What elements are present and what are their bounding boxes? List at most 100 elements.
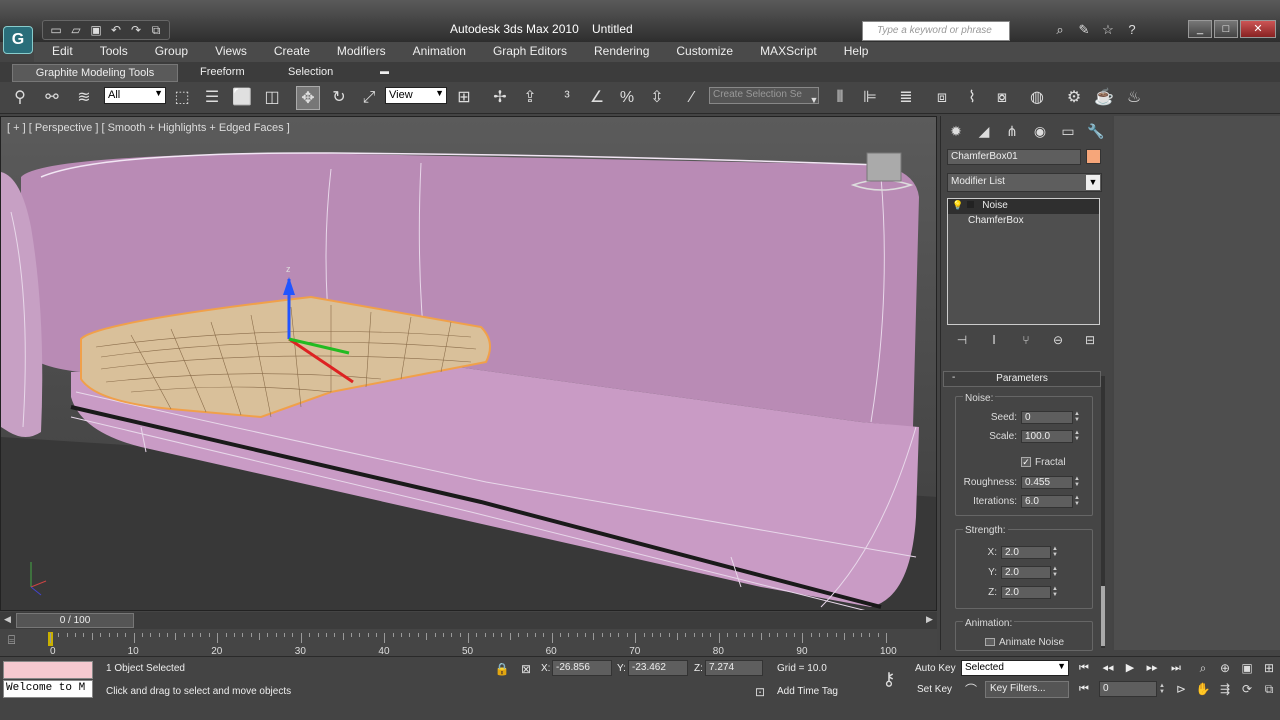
play-icon[interactable]: ▶ [1120,660,1140,676]
menu-animation[interactable]: Animation [395,42,475,62]
animate-noise-checkbox[interactable] [985,638,995,646]
stack-item-chamferbox[interactable]: ChamferBox [948,214,1099,229]
track-bar[interactable]: ⌸ 0 10 20 30 40 50 60 70 80 90 100 [0,629,937,657]
key-filters-button[interactable]: Key Filters... [985,681,1069,698]
fractal-label[interactable]: Fractal [1035,457,1066,468]
seed-input[interactable]: 0 [1021,411,1073,424]
roughness-input[interactable]: 0.455 [1021,476,1073,489]
menu-group[interactable]: Group [137,42,197,62]
chevron-down-icon[interactable]: ▼ [808,88,820,112]
next-frame-icon[interactable]: ▶ [926,614,933,625]
render-production-icon[interactable]: ♨ [1122,86,1146,110]
key-mode-toggle-icon[interactable]: ⏮ [1074,681,1094,697]
animate-noise-label[interactable]: Animate Noise [999,637,1064,646]
bind-space-warp-icon[interactable]: ≋ [72,86,96,110]
strength-y-input[interactable]: 2.0 [1001,566,1051,579]
material-editor-icon[interactable]: ◍ [1025,86,1049,110]
pivot-center-icon[interactable]: ⊞ [452,86,476,110]
menu-rendering[interactable]: Rendering [576,42,658,62]
roughness-spinner-arrows[interactable]: ▲ ▼ [1073,476,1081,489]
rectangular-selection-icon[interactable]: ⬜ [230,86,254,110]
previous-key-icon[interactable]: ◂◂ [1098,660,1118,676]
auto-key-button[interactable]: Auto Key [915,663,956,674]
set-key-button[interactable]: Set Key [917,684,952,695]
select-and-move-icon[interactable]: ✥ [296,86,320,110]
strength-x-input[interactable]: 2.0 [1001,546,1051,559]
subscription-icon[interactable]: ☆ [1098,20,1118,40]
object-color-swatch[interactable] [1086,149,1101,164]
strength-y-spinner-arrows[interactable]: ▲ ▼ [1051,566,1059,579]
zoom-all-icon[interactable]: ⊕ [1217,660,1233,676]
menu-tools[interactable]: Tools [82,42,137,62]
undo-icon[interactable]: ↶ [107,21,125,39]
fractal-checkbox[interactable]: ✓ [1021,457,1031,467]
align-icon[interactable]: ⊫ [858,86,882,110]
angle-snap-icon[interactable]: ∠ [585,86,609,110]
maximize-viewport-icon[interactable]: ⧉ [1261,681,1277,697]
key-mode-dropdown[interactable]: Selected ▼ [961,660,1069,676]
unlink-icon[interactable]: ⚯ [40,86,64,110]
stack-item-noise[interactable]: 💡 Noise [948,199,1099,214]
ribbon-options-icon[interactable]: ▬ [372,64,397,82]
manipulate-icon[interactable]: ✢ [488,86,512,110]
search-input[interactable]: Type a keyword or phrase [862,21,1010,41]
tools-icon[interactable]: ✎ [1074,20,1094,40]
orbit-icon[interactable]: ⟳ [1239,681,1255,697]
show-end-result-icon[interactable]: Ⅰ [983,331,1005,349]
set-key-tangent-icon[interactable]: ⌒ [963,682,979,698]
maxscript-listener-output[interactable] [3,661,93,679]
select-and-scale-icon[interactable]: ⤢ [357,86,381,110]
go-to-end-icon[interactable]: ⏭ [1166,660,1186,676]
spinner-snap-icon[interactable]: ⇳ [645,86,669,110]
zoom-extents-icon[interactable]: ▣ [1239,660,1255,676]
strength-z-input[interactable]: 2.0 [1001,586,1051,599]
select-by-name-icon[interactable]: ☰ [200,86,224,110]
absolute-mode-icon[interactable]: ⊠ [518,661,534,677]
project-folder-icon[interactable]: ⧉ [147,21,165,39]
named-selection-set-input[interactable]: Create Selection Se [709,87,819,104]
redo-icon[interactable]: ↷ [127,21,145,39]
utilities-tab-icon[interactable]: 🔧 [1085,120,1107,142]
strength-x-spinner-arrows[interactable]: ▲ ▼ [1051,546,1059,559]
iterations-spinner-arrows[interactable]: ▲ ▼ [1073,495,1081,508]
command-panel-scroll-thumb[interactable] [1101,586,1105,646]
tab-graphite-modeling-tools[interactable]: Graphite Modeling Tools [12,64,178,82]
edit-named-selection-icon[interactable]: ⁄ [680,86,704,110]
previous-frame-icon[interactable]: ◀ [4,614,11,625]
maxscript-listener-input[interactable]: Welcome to M [3,680,93,698]
mirror-icon[interactable]: ⫴ [828,86,852,110]
graphite-toggle-icon[interactable]: ⧈ [930,86,954,110]
menu-help[interactable]: Help [826,42,878,62]
add-time-tag[interactable]: Add Time Tag [777,686,838,697]
walk-through-icon[interactable]: ⇶ [1217,681,1233,697]
rendered-frame-window-icon[interactable]: ☕ [1092,86,1116,110]
z-coord-input[interactable]: 7.274 [705,660,763,676]
parameters-rollout-header[interactable]: - Parameters [943,371,1101,387]
menu-views[interactable]: Views [197,42,256,62]
snaps-toggle-icon[interactable]: ³ [555,86,579,110]
y-coord-input[interactable]: -23.462 [628,660,688,676]
new-file-icon[interactable]: ▭ [47,21,65,39]
curve-editor-icon[interactable]: ⌇ [960,86,984,110]
go-to-start-icon[interactable]: ⏮ [1074,660,1094,676]
search-icon[interactable]: ⌕ [1050,20,1070,40]
pin-stack-icon[interactable]: ⊣ [951,331,973,349]
key-icon[interactable]: ⚷ [878,670,900,688]
lightbulb-icon[interactable]: 💡 [952,200,963,210]
tab-selection[interactable]: Selection [280,64,341,82]
x-coord-input[interactable]: -26.856 [552,660,612,676]
viewcube-icon[interactable] [866,152,902,182]
help-icon[interactable]: ? [1122,20,1142,40]
reference-coordinate-dropdown[interactable]: View ▼ [385,87,447,104]
current-frame-spinner-arrows[interactable]: ▲ ▼ [1158,683,1166,696]
pan-view-icon[interactable]: ✋ [1195,681,1211,697]
menu-modifiers[interactable]: Modifiers [319,42,395,62]
next-key-icon[interactable]: ▸▸ [1142,660,1162,676]
hierarchy-tab-icon[interactable]: ⋔ [1001,120,1023,142]
layer-manager-icon[interactable]: ≣ [894,86,918,110]
lock-icon[interactable]: 🔒 [494,661,510,677]
zoom-icon[interactable]: ⌕ [1195,660,1211,676]
save-icon[interactable]: ▣ [87,21,105,39]
time-slider-thumb[interactable]: 0 / 100 [16,613,134,628]
app-menu-button[interactable]: G [3,26,33,54]
